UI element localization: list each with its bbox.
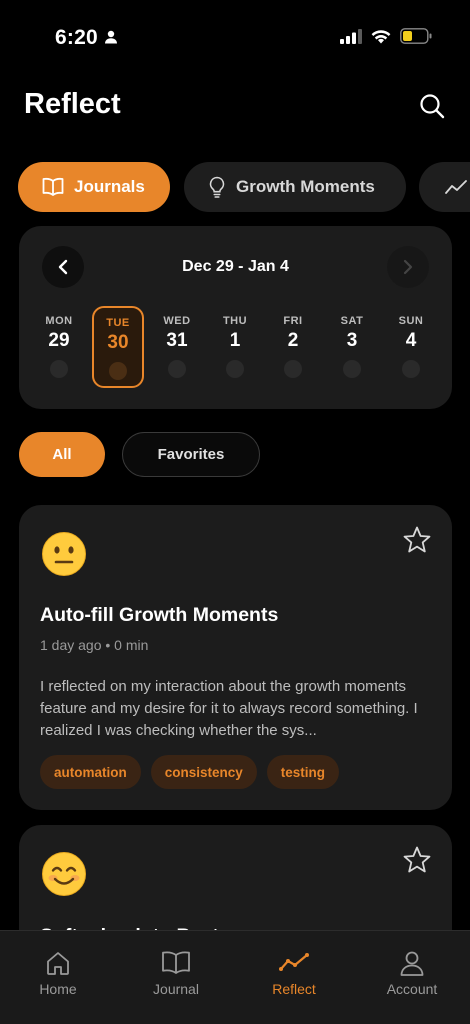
tab-journal-label: Journal	[153, 981, 199, 997]
status-bar: 6:20	[0, 0, 470, 70]
tab-growth-moments[interactable]: Growth Moments	[184, 162, 406, 212]
tab-growth-moments-label: Growth Moments	[236, 177, 375, 196]
tag-chip[interactable]: automation	[40, 755, 141, 789]
entry-tags: automation consistency testing	[40, 755, 340, 789]
header: Reflect	[24, 82, 446, 132]
entry-meta: 1 day ago • 0 min	[40, 637, 149, 653]
tab-account[interactable]: Account	[367, 949, 457, 997]
bottom-tab-bar: Home Journal Reflect Account	[0, 930, 470, 1024]
day-mood-indicator	[284, 360, 302, 378]
star-outline-icon	[403, 846, 431, 873]
tab-trends[interactable]	[419, 162, 470, 212]
day-name: SUN	[398, 315, 424, 327]
day-wed[interactable]: WED 31	[151, 306, 203, 388]
trend-line-icon	[445, 180, 467, 194]
search-icon	[420, 94, 445, 119]
trend-line-icon	[279, 953, 309, 971]
tab-journals[interactable]: Journals	[18, 162, 170, 212]
reflect-segment-tabs: Journals Growth Moments	[18, 162, 470, 212]
battery-low-icon	[400, 28, 432, 49]
person-icon	[104, 30, 118, 49]
tab-home-label: Home	[39, 981, 77, 997]
day-mon[interactable]: MON 29	[33, 306, 85, 388]
filter-all-chip[interactable]: All	[19, 432, 105, 477]
day-name: FRI	[283, 315, 303, 327]
favorite-star-button[interactable]	[402, 845, 432, 875]
tag-chip[interactable]: consistency	[150, 755, 257, 789]
day-tue[interactable]: TUE 30	[92, 306, 144, 388]
day-name: THU	[222, 315, 248, 327]
day-mood-indicator	[226, 360, 244, 378]
tab-account-label: Account	[386, 981, 438, 997]
day-name: MON	[45, 315, 73, 327]
status-indicators	[340, 28, 432, 49]
day-number: 4	[405, 330, 417, 351]
neutral-face-emoji	[42, 532, 86, 576]
star-outline-icon	[403, 526, 431, 553]
day-name: TUE	[106, 317, 130, 329]
day-name: WED	[163, 315, 191, 327]
wifi-icon	[371, 29, 391, 49]
book-icon	[162, 951, 190, 974]
day-mood-indicator	[50, 360, 68, 378]
cellular-signal-icon	[340, 28, 362, 49]
filter-favorites-chip[interactable]: Favorites	[122, 432, 260, 477]
day-name: SAT	[340, 315, 364, 327]
day-number: 2	[287, 330, 299, 351]
favorite-star-button[interactable]	[402, 525, 432, 555]
home-icon	[47, 952, 69, 975]
journal-entry-card[interactable]: Auto-fill Growth Moments 1 day ago • 0 m…	[19, 505, 452, 810]
tab-journal[interactable]: Journal	[131, 949, 221, 997]
smiling-face-emoji	[42, 852, 86, 896]
tab-home[interactable]: Home	[13, 949, 103, 997]
day-fri[interactable]: FRI 2	[267, 306, 319, 388]
next-week-button[interactable]	[387, 246, 429, 288]
book-icon	[42, 177, 64, 196]
tag-chip[interactable]: testing	[266, 755, 340, 789]
day-sat[interactable]: SAT 3	[326, 306, 378, 388]
entry-excerpt: I reflected on my interaction about the …	[40, 678, 418, 739]
day-mood-indicator	[343, 360, 361, 378]
day-mood-indicator	[168, 360, 186, 378]
tab-reflect[interactable]: Reflect	[249, 949, 339, 997]
person-icon	[400, 951, 424, 976]
day-sun[interactable]: SUN 4	[385, 306, 437, 388]
lightbulb-icon	[209, 176, 225, 198]
tab-journals-label: Journals	[74, 177, 145, 196]
week-calendar-card: Dec 29 - Jan 4 MON 29 TUE 30 WED 31 THU …	[19, 226, 452, 409]
tab-reflect-label: Reflect	[272, 981, 316, 997]
day-mood-indicator	[109, 362, 127, 380]
day-number: 1	[229, 330, 241, 351]
status-time: 6:20	[55, 26, 98, 49]
chevron-right-icon	[403, 259, 413, 275]
day-number: 3	[346, 330, 358, 351]
day-number: 31	[166, 330, 188, 351]
entry-title: Auto-fill Growth Moments	[40, 604, 279, 626]
day-thu[interactable]: THU 1	[209, 306, 261, 388]
day-mood-indicator	[402, 360, 420, 378]
day-number: 29	[48, 330, 70, 351]
page-title: Reflect	[24, 88, 121, 120]
search-button[interactable]	[418, 92, 446, 120]
day-number: 30	[107, 332, 129, 353]
